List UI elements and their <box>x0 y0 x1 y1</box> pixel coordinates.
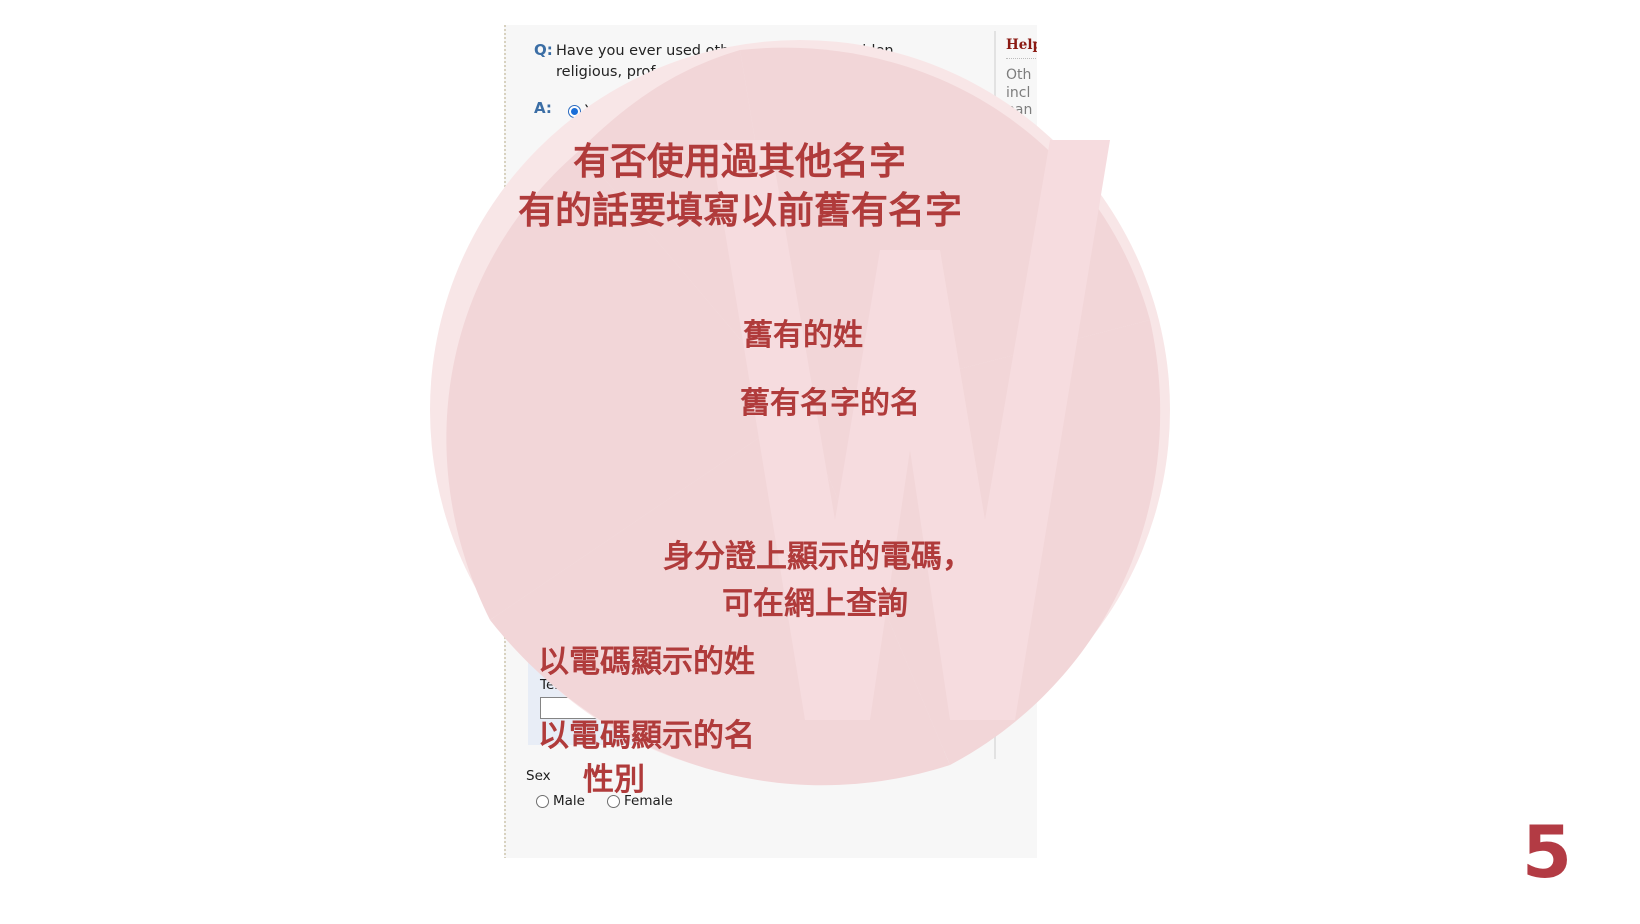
annotation-telecode-surname: 以電碼顯示的姓 <box>538 644 755 680</box>
telecode-question-text: Do you have a telecode that represents y… <box>556 499 935 515</box>
help-divider <box>1006 265 1037 267</box>
other-surnames-label: Other Surnames Used (maiden, religious, … <box>540 276 819 311</box>
radio-yes-label: Yes <box>585 103 608 119</box>
help-box-other-names: Help Oth incl nan pro any you hav the <box>1006 37 1037 208</box>
help-body: Oth incl nan pro any you hav the <box>1006 67 1033 207</box>
telecode-radio-option-no[interactable]: No <box>629 541 666 557</box>
telecode-question-marker: Q: <box>534 497 553 515</box>
telecode-radio-yes-label: Yes <box>585 541 608 557</box>
telecode-answer-marker: A: <box>534 537 552 555</box>
annotation-other-names-2: 有的話要填寫以前舊有名字 <box>518 189 962 232</box>
minus-icon[interactable]: − <box>845 435 859 449</box>
annotation-telecode-note-1: 身分證上顯示的電碼， <box>663 539 973 575</box>
radio-male-icon[interactable] <box>536 794 549 808</box>
annotation-telecode-note-2: 可在網上查詢 <box>722 586 908 622</box>
other-given-names-label: Other Given Names Used <box>540 359 711 375</box>
add-another-link[interactable]: Add Another <box>707 434 797 450</box>
help-box-other-surnames: Help If y sur ent nar Cor hav nar the ab… <box>1006 244 1037 432</box>
annotation-old-surname: 舊有的姓 <box>743 318 863 353</box>
annotation-old-given-name: 舊有名字的名 <box>740 386 920 421</box>
plus-icon[interactable]: + <box>688 435 701 449</box>
annotation-telecode-given-name: 以電碼顯示的名 <box>538 718 755 754</box>
remove-link[interactable]: Remove <box>864 434 923 450</box>
help-column-divider <box>994 25 998 765</box>
radio-option-no[interactable]: No <box>629 103 666 119</box>
other-names-actions: + Add Another − Remove <box>688 434 923 450</box>
telecode-radio-no-icon[interactable] <box>629 542 643 556</box>
radio-yes-icon[interactable] <box>568 104 581 118</box>
page-number: 5 <box>1521 810 1572 894</box>
question-text: Have you ever used other names (i.e., ma… <box>556 43 899 80</box>
other-names-radio-group[interactable]: Yes No <box>568 103 666 119</box>
help-body: If y sur ent nar Cor hav nar the abo <box>1006 274 1033 431</box>
help-body: Tele cod rep son alpl <box>1006 521 1034 608</box>
annotation-sex: 性別 <box>583 762 645 798</box>
help-title: Help <box>1006 244 1037 260</box>
answer-marker: A: <box>534 99 552 117</box>
help-title: Help <box>1006 491 1037 507</box>
radio-male-label: Male <box>553 793 585 809</box>
help-divider <box>1006 58 1037 60</box>
telecode-radio-yes-icon[interactable] <box>568 542 581 556</box>
help-title: Help <box>1006 37 1037 53</box>
radio-option-male[interactable]: Male <box>536 793 585 809</box>
help-box-telecode: Help Tele cod rep son alpl <box>1006 491 1037 609</box>
help-divider <box>1006 512 1037 514</box>
radio-no-label: No <box>646 103 666 119</box>
telecode-radio-option-yes[interactable]: Yes <box>568 541 608 557</box>
provide-info-label-1: Provide the following information: <box>522 242 759 258</box>
radio-no-icon[interactable] <box>629 104 643 118</box>
question-marker: Q: <box>534 41 553 59</box>
annotation-other-names-1: 有否使用過其他名字 <box>573 140 906 183</box>
slide-canvas: Q: Have you ever used other names (i.e.,… <box>0 0 1640 924</box>
radio-option-yes[interactable]: Yes <box>568 103 608 119</box>
telecode-radio-group[interactable]: Yes No <box>568 541 666 557</box>
sex-label: Sex <box>526 768 551 784</box>
